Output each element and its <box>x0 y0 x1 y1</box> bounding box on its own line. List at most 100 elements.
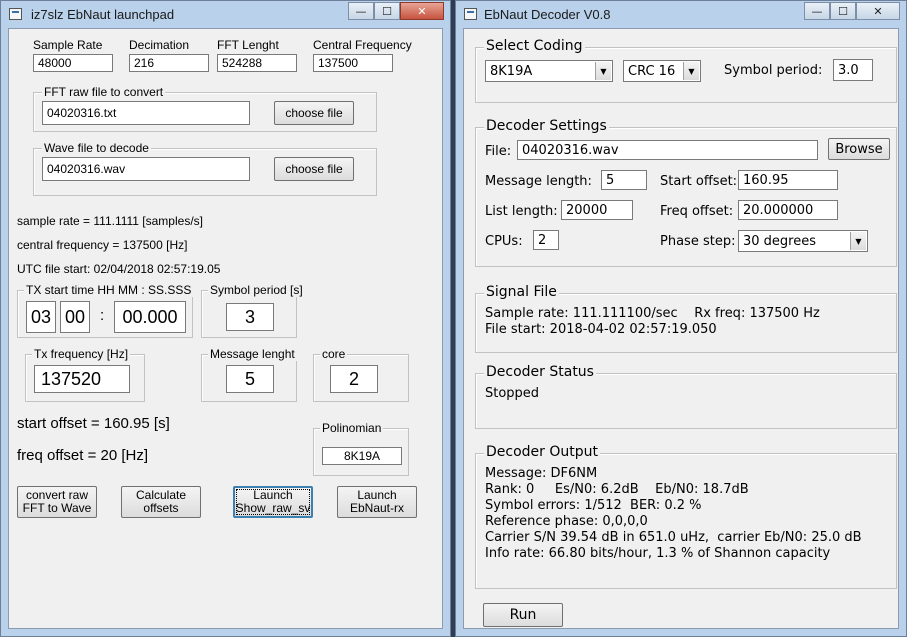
decoder-titlebar[interactable]: EbNaut Decoder V0.8 — ☐ ✕ <box>456 1 906 27</box>
message-length-legend: Message lenght <box>208 347 297 361</box>
coding-value: 8K19A <box>490 63 533 79</box>
launchpad-title: iz7slz EbNaut launchpad <box>31 7 175 22</box>
crc-select[interactable]: CRC 16 ▼ <box>623 60 701 82</box>
fft-choose-file-button[interactable]: choose file <box>274 101 354 125</box>
launchpad-titlebar[interactable]: iz7slz EbNaut launchpad — ☐ ✕ <box>1 1 450 27</box>
start-offset-input[interactable]: 160.95 <box>738 170 838 190</box>
output-line: Info rate: 66.80 bits/hour, 1.3 % of Sha… <box>485 546 831 561</box>
polinomian-group: Polinomian 8K19A <box>313 421 409 476</box>
launchpad-client: Sample Rate 48000 Decimation 216 FFT Len… <box>8 28 443 629</box>
polinomian-legend: Polinomian <box>320 421 384 435</box>
output-line: Symbol errors: 1/512 BER: 0.2 % <box>485 498 702 513</box>
decoder-window: EbNaut Decoder V0.8 — ☐ ✕ Select Coding … <box>455 0 907 637</box>
freq-offset-label: Freq offset: <box>660 204 734 219</box>
tx-frequency-input[interactable]: 137520 <box>34 365 130 393</box>
core-input[interactable]: 2 <box>330 365 378 393</box>
list-length-label: List length: <box>485 204 558 219</box>
freq-offset-text: freq offset = 20 [Hz] <box>17 447 149 464</box>
minimize-button[interactable]: — <box>804 2 830 20</box>
cpus-input[interactable]: 2 <box>533 230 559 250</box>
fft-length-input[interactable]: 524288 <box>217 54 297 72</box>
tx-frequency-legend: Tx frequency [Hz] <box>32 347 131 361</box>
decoder-settings-legend: Decoder Settings <box>484 118 609 134</box>
browse-button[interactable]: Browse <box>828 138 890 160</box>
central-frequency-info: central frequency = 137500 [Hz] <box>17 238 188 252</box>
utc-start-info: UTC file start: 02/04/2018 02:57:19.05 <box>17 262 221 276</box>
wave-file-group: Wave file to decode 04020316.wav choose … <box>33 141 377 196</box>
close-button[interactable]: ✕ <box>856 2 900 20</box>
crc-value: CRC 16 <box>628 63 676 79</box>
sample-rate-label: Sample Rate <box>33 38 103 52</box>
polinomian-input[interactable]: 8K19A <box>322 447 402 465</box>
launch-show-raw-button[interactable]: Launch Show_raw_sv <box>233 486 313 518</box>
maximize-button[interactable]: ☐ <box>830 2 856 20</box>
symbol-period-input[interactable]: 3 <box>226 303 274 331</box>
launch-ebnaut-rx-button[interactable]: Launch EbNaut-rx <box>337 486 417 518</box>
convert-raw-button[interactable]: convert raw FFT to Wave <box>17 486 97 518</box>
central-freq-label: Central Frequency <box>313 38 412 52</box>
symbol-period-group: Symbol period [s] 3 <box>201 283 305 338</box>
maximize-button[interactable]: ☐ <box>374 2 400 20</box>
decoder-status-text: Stopped <box>485 386 540 401</box>
launchpad-window: iz7slz EbNaut launchpad — ☐ ✕ Sample Rat… <box>0 0 451 637</box>
decoder-output-group: Decoder Output Message: DF6NM Rank: 0 Es… <box>475 444 897 589</box>
tx-start-legend: TX start time HH MM : SS.SSS <box>24 283 194 297</box>
wave-file-legend: Wave file to decode <box>42 141 151 155</box>
phase-step-label: Phase step: <box>660 234 736 249</box>
fft-file-legend: FFT raw file to convert <box>42 85 166 99</box>
output-line: Message: DF6NM <box>485 466 598 481</box>
message-length-input[interactable]: 5 <box>601 170 647 190</box>
file-input[interactable]: 04020316.wav <box>517 140 818 160</box>
phase-step-select[interactable]: 30 degrees ▼ <box>738 230 868 252</box>
select-coding-legend: Select Coding <box>484 38 585 54</box>
message-length-input[interactable]: 5 <box>226 365 274 393</box>
calculate-offsets-button[interactable]: Calculate offsets <box>121 486 201 518</box>
chevron-down-icon[interactable]: ▼ <box>850 232 866 250</box>
app-icon <box>464 8 477 20</box>
chevron-down-icon[interactable]: ▼ <box>595 62 611 80</box>
message-length-label: Message length: <box>485 174 592 189</box>
output-line: Reference phase: 0,0,0,0 <box>485 514 648 529</box>
list-length-input[interactable]: 20000 <box>561 200 633 220</box>
start-offset-text: start offset = 160.95 [s] <box>17 415 170 432</box>
central-freq-input[interactable]: 137500 <box>313 54 393 72</box>
tx-frequency-group: Tx frequency [Hz] 137520 <box>25 347 145 402</box>
wave-file-input[interactable]: 04020316.wav <box>42 157 250 181</box>
sample-rate-input[interactable]: 48000 <box>33 54 113 72</box>
symbol-period-label: Symbol period: <box>724 63 823 78</box>
decoder-status-legend: Decoder Status <box>484 364 596 380</box>
file-label: File: <box>485 144 512 159</box>
run-button[interactable]: Run <box>483 603 563 627</box>
message-length-group: Message lenght 5 <box>201 347 297 402</box>
decoder-title: EbNaut Decoder V0.8 <box>484 7 611 22</box>
signal-file-group: Signal File Sample rate: 111.111100/sec … <box>475 284 897 353</box>
coding-select[interactable]: 8K19A ▼ <box>485 60 613 82</box>
decoder-settings-group: Decoder Settings File: 04020316.wav Brow… <box>475 118 897 267</box>
tx-start-group: TX start time HH MM : SS.SSS 03 00 : 00.… <box>17 283 194 338</box>
fft-file-input[interactable]: 04020316.txt <box>42 101 250 125</box>
freq-offset-input[interactable]: 20.000000 <box>738 200 838 220</box>
tx-hours-input[interactable]: 03 <box>26 301 56 333</box>
close-button[interactable]: ✕ <box>400 2 444 20</box>
tx-colon: : <box>100 307 105 324</box>
signal-file-line-1: Sample rate: 111.111100/sec Rx freq: 137… <box>485 306 820 321</box>
app-icon <box>9 8 22 20</box>
decoder-client: Select Coding 8K19A ▼ CRC 16 ▼ Symbol pe… <box>463 28 899 629</box>
sample-rate-info: sample rate = 111.1111 [samples/s] <box>17 214 203 228</box>
decimation-input[interactable]: 216 <box>129 54 209 72</box>
tx-minutes-input[interactable]: 00 <box>60 301 90 333</box>
decimation-label: Decimation <box>129 38 190 52</box>
wave-choose-file-button[interactable]: choose file <box>274 157 354 181</box>
select-coding-group: Select Coding 8K19A ▼ CRC 16 ▼ Symbol pe… <box>475 38 897 103</box>
minimize-button[interactable]: — <box>348 2 374 20</box>
symbol-period-legend: Symbol period [s] <box>208 283 305 297</box>
fft-length-label: FFT Lenght <box>217 38 279 52</box>
symbol-period-input[interactable]: 3.0 <box>833 59 873 81</box>
core-legend: core <box>320 347 348 361</box>
output-line: Carrier S/N 39.54 dB in 651.0 uHz, carri… <box>485 530 862 545</box>
tx-seconds-input[interactable]: 00.000 <box>114 301 186 333</box>
decoder-output-legend: Decoder Output <box>484 444 600 460</box>
chevron-down-icon[interactable]: ▼ <box>683 62 699 80</box>
signal-file-legend: Signal File <box>484 284 559 300</box>
fft-file-group: FFT raw file to convert 04020316.txt cho… <box>33 85 377 132</box>
